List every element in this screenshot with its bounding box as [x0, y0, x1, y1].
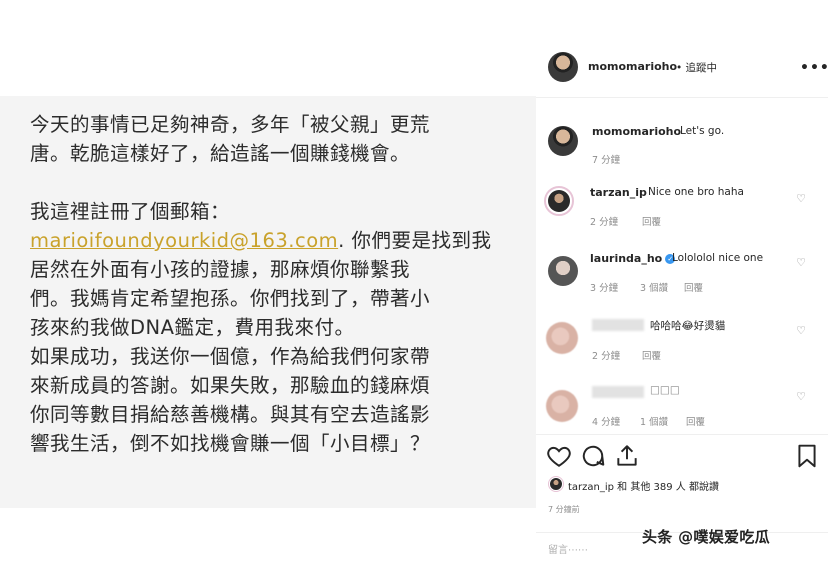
- post-header: momomarioho • 追蹤中 •••: [536, 38, 828, 98]
- post-line-3: 我這裡註冊了個郵箱：: [30, 200, 231, 223]
- post-actions: [536, 434, 828, 514]
- likes-count[interactable]: tarzan_ip 和 其他 389 人 都說讚: [568, 478, 719, 493]
- heart-icon[interactable]: ♡: [794, 390, 808, 404]
- avatar[interactable]: [548, 476, 564, 492]
- follow-status[interactable]: • 追蹤中: [676, 60, 717, 75]
- heart-icon[interactable]: ♡: [794, 256, 808, 270]
- post-line-10: 你同等數目捐給慈善機構。與其有空去造謠影: [30, 403, 431, 426]
- comment-username[interactable]: tarzan_ip: [590, 186, 647, 199]
- header-username[interactable]: momomarioho: [588, 60, 677, 73]
- blurred-username: [592, 386, 644, 398]
- comment-text: Let's go.: [680, 125, 725, 137]
- comments-panel: momomarioho • 追蹤中 ••• momomarioho Let's …: [536, 38, 828, 564]
- post-line-5: 居然在外面有小孩的證據，那麻煩你聯繫我: [30, 258, 411, 281]
- reply-button[interactable]: 回覆: [642, 214, 661, 228]
- reply-button[interactable]: 回覆: [684, 280, 703, 294]
- comment-username[interactable]: momomarioho: [592, 125, 681, 138]
- post-line-2: 唐。乾脆這樣好了，給造謠一個賺錢機會。: [30, 142, 411, 165]
- share-icon[interactable]: [614, 443, 640, 469]
- post-line-9: 來新成員的答謝。如果失敗，那驗血的錢麻煩: [30, 374, 431, 397]
- comment-time: 3 分鐘: [590, 283, 619, 294]
- comment-text: Lolololol nice one: [672, 252, 764, 264]
- avatar[interactable]: [546, 390, 578, 422]
- comment-likes[interactable]: 3 個讚: [640, 280, 668, 294]
- avatar[interactable]: [548, 256, 578, 286]
- comment-time: 7 分鐘: [592, 155, 621, 166]
- heart-icon[interactable]: [546, 443, 572, 469]
- comment-time: 2 分鐘: [590, 217, 619, 228]
- avatar[interactable]: [548, 52, 578, 82]
- post-line-11: 響我生活，倒不如找機會賺一個「小目標」？: [30, 432, 431, 455]
- heart-icon[interactable]: ♡: [794, 192, 808, 206]
- comment-time: 2 分鐘: [592, 351, 621, 362]
- comment-text: □□□: [650, 384, 680, 396]
- avatar[interactable]: [548, 126, 578, 156]
- bookmark-icon[interactable]: [794, 443, 820, 469]
- comment-time: 4 分鐘: [592, 417, 621, 428]
- comment-input[interactable]: 留言⋯⋯: [548, 541, 588, 556]
- reply-button[interactable]: 回覆: [686, 414, 705, 428]
- avatar[interactable]: [544, 186, 574, 216]
- more-icon[interactable]: •••: [800, 60, 828, 76]
- comment-text: 哈哈哈😂好燙貓: [650, 320, 726, 332]
- comment-text: Nice one bro haha: [648, 186, 744, 198]
- post-line-7: 孩來約我做DNA鑑定，費用我來付。: [30, 316, 355, 339]
- post-caption-text: 今天的事情已足夠神奇，多年「被父親」更荒 唐。乾脆這樣好了，給造謠一個賺錢機會。…: [30, 110, 520, 458]
- post-email-line: marioifoundyourkid@163.com. 你們要是找到我: [30, 226, 520, 255]
- post-line-6: 們。我媽肯定希望抱孫。你們找到了，帶著小: [30, 287, 431, 310]
- post-line-8: 如果成功，我送你一個億，作為給我們何家帶: [30, 345, 431, 368]
- avatar[interactable]: [546, 322, 578, 354]
- email-link[interactable]: marioifoundyourkid@163.com: [30, 229, 338, 252]
- post-line-1: 今天的事情已足夠神奇，多年「被父親」更荒: [30, 113, 431, 136]
- watermark: 头条 @噗娱爱吃瓜: [642, 528, 770, 546]
- comment-likes[interactable]: 1 個讚: [640, 414, 668, 428]
- reply-button[interactable]: 回覆: [642, 348, 661, 362]
- comment-icon[interactable]: [580, 443, 606, 469]
- post-timestamp: 7 分鐘前: [548, 505, 580, 514]
- email-suffix: . 你們要是找到我: [338, 229, 492, 252]
- heart-icon[interactable]: ♡: [794, 324, 808, 338]
- blurred-username: [592, 319, 644, 331]
- comment-username[interactable]: laurinda_ho ✓: [590, 252, 678, 265]
